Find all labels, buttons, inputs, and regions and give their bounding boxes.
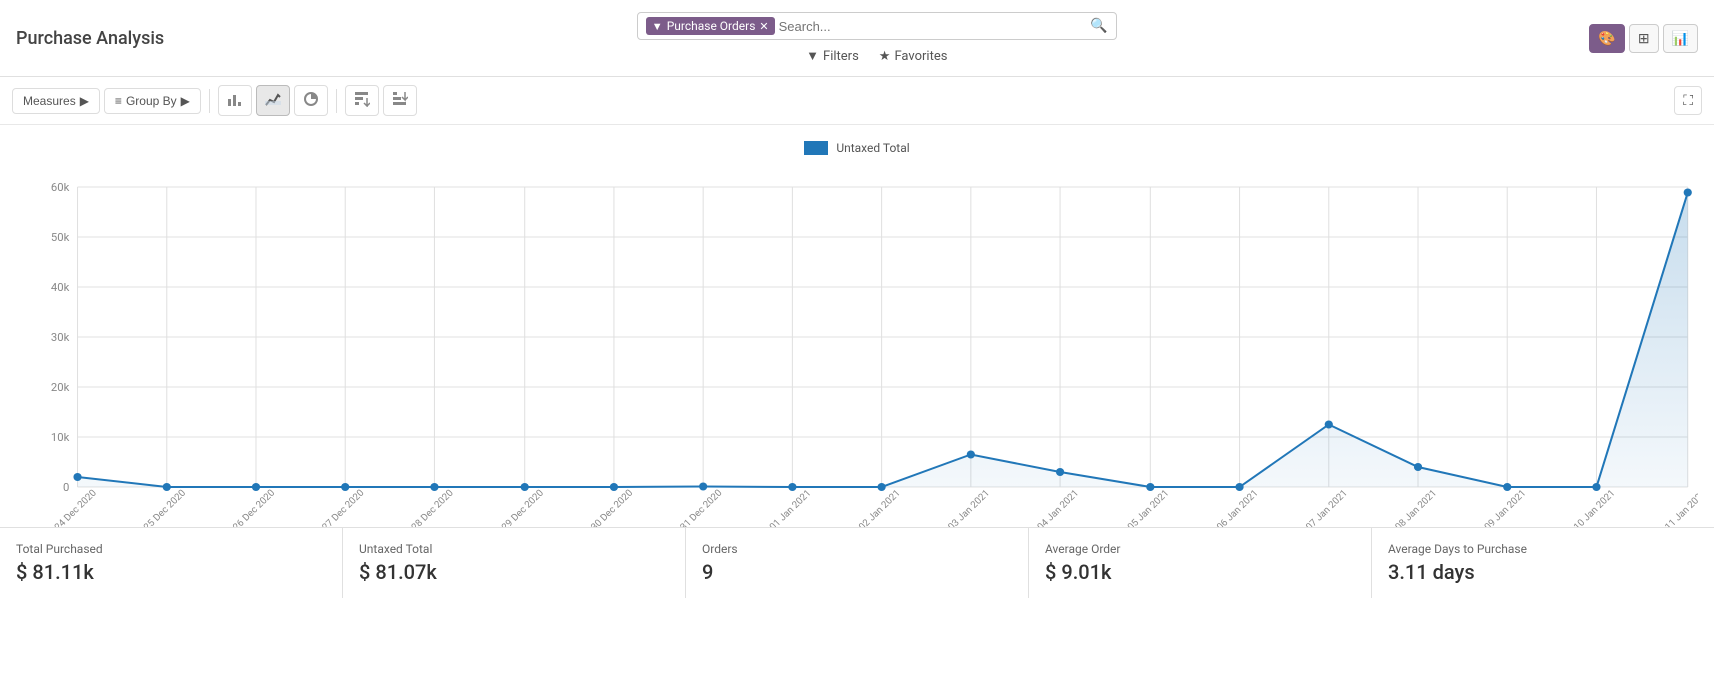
toolbar-separator-2 [336,89,337,113]
svg-text:29 Dec 2020: 29 Dec 2020 [500,488,546,527]
svg-text:10 Jan 2021: 10 Jan 2021 [1572,488,1618,527]
svg-text:02 Jan 2021: 02 Jan 2021 [857,488,903,527]
toolbar-separator-1 [209,89,210,113]
groupby-arrow-icon: ▶ [181,94,190,108]
chart-bar-button[interactable] [218,85,252,116]
svg-text:40k: 40k [51,281,70,294]
svg-text:08 Jan 2021: 08 Jan 2021 [1393,488,1439,527]
line-chart-icon [265,91,281,107]
svg-text:0: 0 [63,481,69,494]
svg-text:30k: 30k [51,331,70,344]
bar-chart-icon [227,91,243,107]
toolbar: Measures ▶ ≡ Group By ▶ ⛶ [0,77,1714,125]
groupby-label: Group By [126,94,177,108]
filters-button[interactable]: ▼ Filters [806,48,859,64]
svg-text:03 Jan 2021: 03 Jan 2021 [946,488,992,527]
svg-text:01 Jan 2021: 01 Jan 2021 [768,488,814,527]
search-bar: ▼ Purchase Orders ✕ 🔍 [637,12,1117,40]
sort-asc-icon [354,91,370,107]
stat-avg-days: Average Days to Purchase 3.11 days [1372,528,1714,598]
svg-text:10k: 10k [51,431,70,444]
chart-area: Untaxed Total 0 10k 20k 30k 40k 50k 60k [0,125,1714,527]
svg-text:30 Dec 2020: 30 Dec 2020 [589,488,635,527]
groupby-button[interactable]: ≡ Group By ▶ [104,88,201,114]
stat-total-purchased-value: $ 81.11k [16,560,326,584]
svg-text:60k: 60k [51,181,70,194]
filter-tag-label: Purchase Orders [667,19,756,33]
svg-text:24 Dec 2020: 24 Dec 2020 [53,488,99,527]
chart-pie-button[interactable] [294,85,328,116]
stat-untaxed-total-label: Untaxed Total [359,542,669,556]
header-center: ▼ Purchase Orders ✕ 🔍 ▼ Filters ★ Favori… [637,12,1117,64]
svg-text:05 Jan 2021: 05 Jan 2021 [1126,488,1172,527]
measures-button[interactable]: Measures ▶ [12,88,100,114]
groupby-icon: ≡ [115,94,122,108]
svg-text:26 Dec 2020: 26 Dec 2020 [231,488,277,527]
chart-container: 0 10k 20k 30k 40k 50k 60k [16,167,1698,527]
filters-icon: ▼ [806,48,819,64]
sort-descending-button[interactable] [383,85,417,116]
filter-funnel-icon: ▼ [652,20,663,33]
view-chart-button[interactable]: 📊 [1663,24,1698,53]
page-title: Purchase Analysis [16,28,164,49]
stat-average-order: Average Order $ 9.01k [1029,528,1372,598]
stat-untaxed-total: Untaxed Total $ 81.07k [343,528,686,598]
svg-text:50k: 50k [51,231,70,244]
filters-label: Filters [823,49,859,64]
chart-legend: Untaxed Total [16,141,1698,155]
chart-svg: 0 10k 20k 30k 40k 50k 60k [16,167,1698,527]
favorites-icon: ★ [879,49,891,64]
svg-text:20k: 20k [51,381,70,394]
filter-tag[interactable]: ▼ Purchase Orders ✕ [646,17,775,35]
filter-tag-close[interactable]: ✕ [759,20,768,33]
measures-arrow-icon: ▶ [80,94,89,108]
header-right: 🎨 ⊞ 📊 [1589,24,1698,53]
stat-orders-label: Orders [702,542,1012,556]
favorites-label: Favorites [894,49,947,64]
stat-avg-days-label: Average Days to Purchase [1388,542,1698,556]
svg-text:09 Jan 2021: 09 Jan 2021 [1483,488,1529,527]
pie-chart-icon [303,91,319,107]
svg-text:04 Jan 2021: 04 Jan 2021 [1035,488,1081,527]
stats-bar: Total Purchased $ 81.11k Untaxed Total $… [0,527,1714,598]
chart-line-button[interactable] [256,85,290,116]
stat-avg-days-value: 3.11 days [1388,560,1698,584]
svg-text:07 Jan 2021: 07 Jan 2021 [1304,488,1350,527]
legend-label: Untaxed Total [836,141,909,155]
sort-desc-icon [392,91,408,107]
stat-orders-value: 9 [702,560,1012,584]
svg-text:27 Dec 2020: 27 Dec 2020 [320,488,366,527]
stat-total-purchased-label: Total Purchased [16,542,326,556]
svg-text:25 Dec 2020: 25 Dec 2020 [142,488,188,527]
svg-text:11 Jan 2021: 11 Jan 2021 [1663,488,1698,527]
search-icon[interactable]: 🔍 [1090,18,1107,34]
stat-total-purchased: Total Purchased $ 81.11k [0,528,343,598]
expand-button[interactable]: ⛶ [1674,86,1702,115]
measures-label: Measures [23,94,76,108]
view-palette-button[interactable]: 🎨 [1589,24,1624,53]
sort-ascending-button[interactable] [345,85,379,116]
stat-orders: Orders 9 [686,528,1029,598]
svg-text:28 Dec 2020: 28 Dec 2020 [410,488,456,527]
stat-average-order-value: $ 9.01k [1045,560,1355,584]
view-grid-button[interactable]: ⊞ [1629,24,1659,53]
legend-color-swatch [804,141,828,155]
svg-text:31 Dec 2020: 31 Dec 2020 [678,488,724,527]
favorites-button[interactable]: ★ Favorites [879,48,948,64]
stat-average-order-label: Average Order [1045,542,1355,556]
search-input[interactable] [779,19,1091,34]
stat-untaxed-total-value: $ 81.07k [359,560,669,584]
svg-text:06 Jan 2021: 06 Jan 2021 [1215,488,1261,527]
header-actions-bar: ▼ Filters ★ Favorites [806,48,947,64]
header: Purchase Analysis ▼ Purchase Orders ✕ 🔍 … [0,0,1714,77]
